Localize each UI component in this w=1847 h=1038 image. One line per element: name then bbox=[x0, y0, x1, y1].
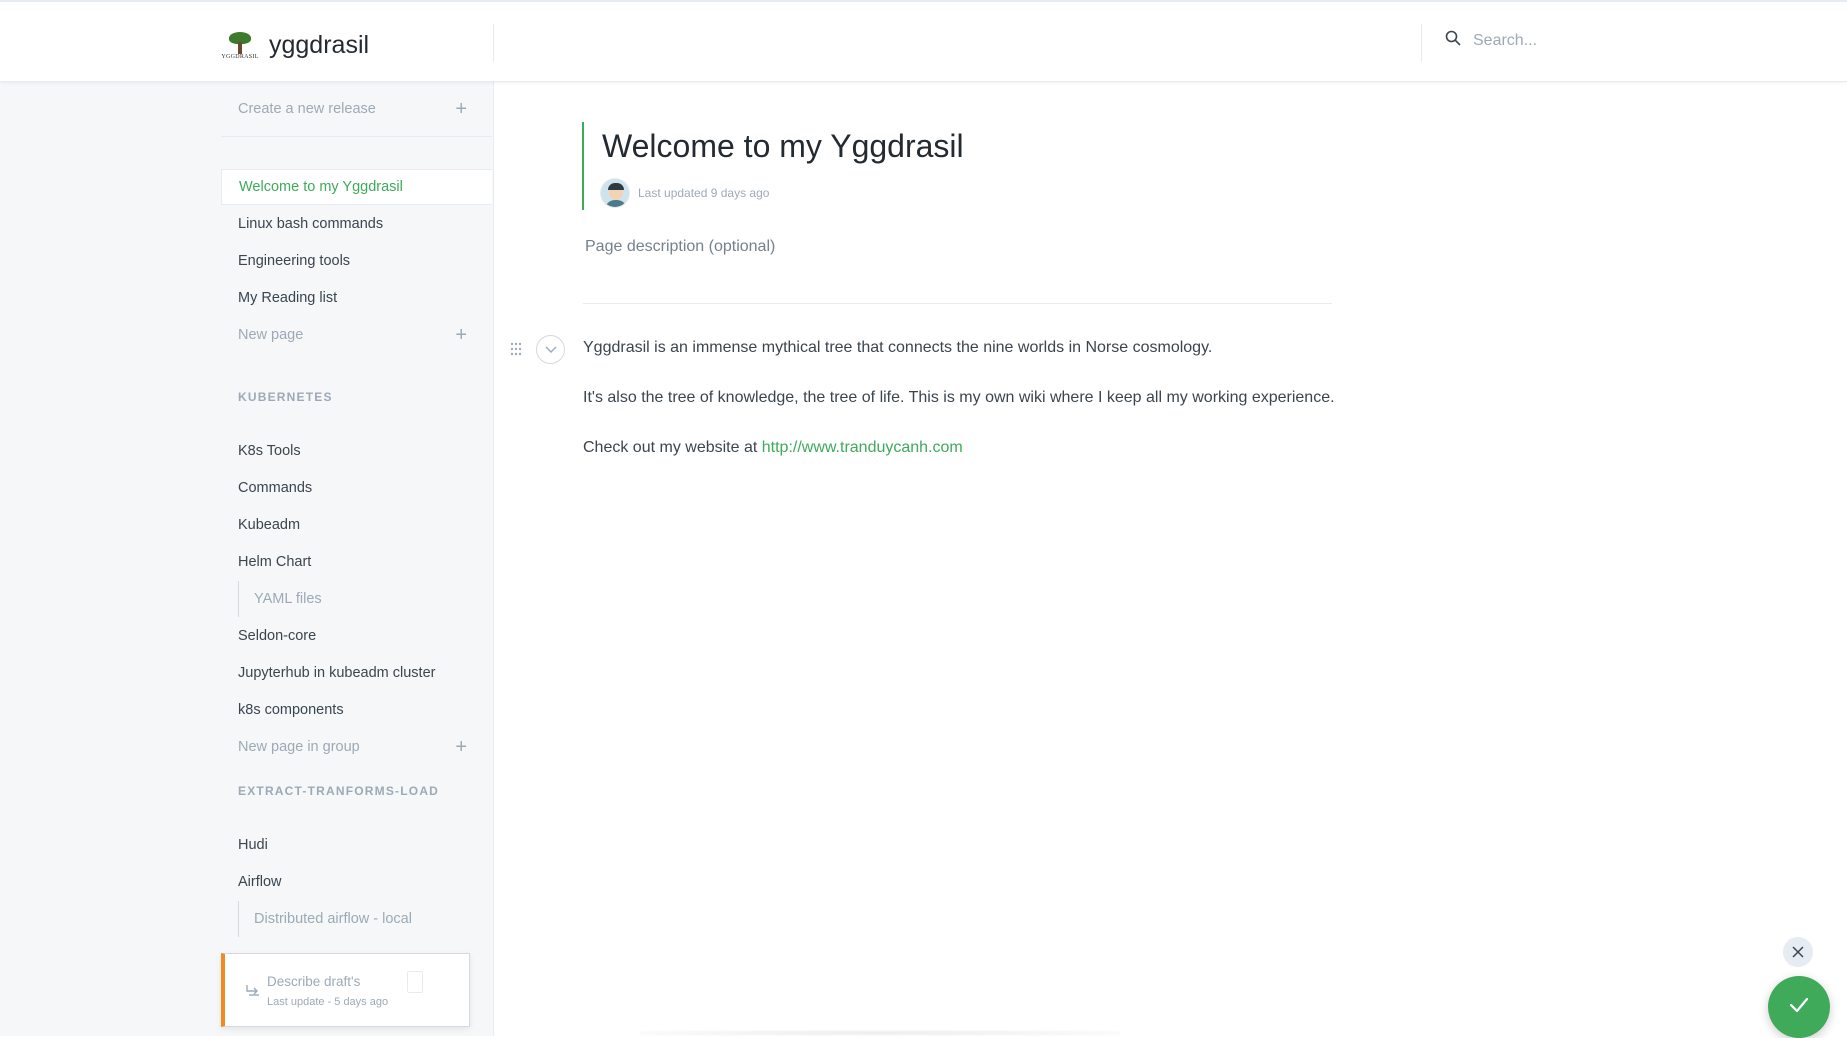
draft-card[interactable]: Describe draft's Last update - 5 days ag… bbox=[221, 953, 470, 1027]
new-page-in-group-label: New page in group bbox=[238, 739, 360, 755]
close-icon[interactable] bbox=[1783, 937, 1813, 967]
paragraph[interactable]: Yggdrasil is an immense mythical tree th… bbox=[583, 339, 1212, 357]
sidebar-item-label: Linux bash commands bbox=[238, 216, 384, 232]
sidebar-item-hudi[interactable]: Hudi bbox=[221, 827, 492, 863]
new-page-in-group-button[interactable]: New page in group + bbox=[221, 729, 492, 765]
check-icon bbox=[1787, 993, 1811, 1022]
header-divider bbox=[1421, 24, 1422, 62]
content-divider bbox=[583, 303, 1332, 304]
website-link[interactable]: http://www.tranduycanh.com bbox=[762, 439, 963, 456]
website-prefix: Check out my website at bbox=[583, 439, 762, 456]
sidebar-item-label: k8s components bbox=[238, 702, 344, 718]
logo-tree-trunk bbox=[238, 42, 242, 54]
sidebar-item-label: YAML files bbox=[254, 591, 322, 607]
sidebar-item-label: Distributed airflow - local bbox=[254, 911, 412, 927]
branch-icon bbox=[244, 982, 262, 1000]
sidebar: Create a new release + Welcome to my Ygg… bbox=[0, 82, 494, 1036]
plus-icon: + bbox=[455, 324, 467, 346]
draft-title: Describe draft's bbox=[267, 974, 361, 989]
sidebar-item-label: Airflow bbox=[238, 874, 282, 890]
search-input[interactable] bbox=[1473, 31, 1773, 50]
create-release-label: Create a new release bbox=[238, 101, 376, 117]
sidebar-item-label: Jupyterhub in kubeadm cluster bbox=[238, 665, 436, 681]
create-release-button[interactable]: Create a new release + bbox=[221, 91, 492, 127]
sidebar-item-airflow[interactable]: Airflow bbox=[221, 864, 492, 900]
new-page-button[interactable]: New page + bbox=[221, 317, 492, 353]
header-divider bbox=[493, 24, 494, 62]
sidebar-item-distributed-airflow[interactable]: Distributed airflow - local bbox=[221, 901, 492, 937]
sidebar-item-engineering-tools[interactable]: Engineering tools bbox=[221, 243, 492, 279]
sidebar-item-commands[interactable]: Commands bbox=[221, 470, 492, 506]
page-content: Welcome to my Yggdrasil Last updated 9 d… bbox=[494, 82, 1847, 1036]
app-title[interactable]: yggdrasil bbox=[269, 31, 369, 60]
sidebar-item-label: Commands bbox=[238, 480, 313, 496]
last-updated: Last updated 9 days ago bbox=[638, 186, 770, 200]
sidebar-item-label: Kubeadm bbox=[238, 517, 301, 533]
drag-handle-icon[interactable] bbox=[510, 342, 522, 356]
plus-icon: + bbox=[455, 736, 467, 758]
sidebar-item-reading-list[interactable]: My Reading list bbox=[221, 280, 492, 316]
paragraph[interactable]: It's also the tree of knowledge, the tre… bbox=[583, 389, 1335, 407]
sidebar-item-helm-chart[interactable]: Helm Chart bbox=[221, 544, 492, 580]
group-title-kubernetes: KUBERNETES bbox=[238, 390, 333, 404]
sidebar-item-label: K8s Tools bbox=[238, 443, 301, 459]
sidebar-item-kubeadm[interactable]: Kubeadm bbox=[221, 507, 492, 543]
sidebar-item-k8s-components[interactable]: k8s components bbox=[221, 692, 492, 728]
page-header: Welcome to my Yggdrasil Last updated 9 d… bbox=[582, 122, 1082, 210]
sidebar-item-label: Hudi bbox=[238, 837, 268, 853]
top-bar: YGGDRASIL yggdrasil bbox=[0, 0, 1847, 82]
sidebar-item-welcome[interactable]: Welcome to my Yggdrasil bbox=[221, 169, 492, 205]
paragraph-website[interactable]: Check out my website at http://www.trand… bbox=[583, 439, 963, 457]
sidebar-item-label: Engineering tools bbox=[238, 253, 351, 269]
sidebar-divider bbox=[221, 136, 492, 137]
sidebar-item-label: Seldon-core bbox=[238, 628, 317, 644]
search-box[interactable] bbox=[1445, 30, 1773, 51]
page-description-field[interactable]: Page description (optional) bbox=[585, 238, 775, 256]
draft-updated: Last update - 5 days ago bbox=[267, 996, 389, 1008]
plus-icon: + bbox=[455, 98, 467, 120]
brand[interactable]: YGGDRASIL yggdrasil bbox=[221, 30, 369, 61]
sidebar-item-linux-bash[interactable]: Linux bash commands bbox=[221, 206, 492, 242]
save-button[interactable] bbox=[1768, 976, 1830, 1038]
group-title-etl: EXTRACT-TRANFORMS-LOAD bbox=[238, 784, 440, 798]
avatar bbox=[600, 178, 630, 208]
new-page-label: New page bbox=[238, 327, 304, 343]
logo-wordmark: YGGDRASIL bbox=[221, 54, 259, 60]
chevron-down-icon[interactable] bbox=[536, 335, 565, 364]
logo: YGGDRASIL bbox=[221, 30, 259, 60]
bottom-shadow bbox=[640, 1030, 1120, 1036]
sidebar-item-label: Helm Chart bbox=[238, 554, 312, 570]
sidebar-item-seldon-core[interactable]: Seldon-core bbox=[221, 618, 492, 654]
page-title[interactable]: Welcome to my Yggdrasil bbox=[602, 128, 964, 165]
sidebar-item-k8s-tools[interactable]: K8s Tools bbox=[221, 433, 492, 469]
search-icon bbox=[1445, 30, 1461, 51]
draft-edit-field[interactable] bbox=[407, 971, 423, 993]
sidebar-item-label: My Reading list bbox=[238, 290, 338, 306]
sidebar-item-yaml-files[interactable]: YAML files bbox=[221, 581, 492, 617]
sidebar-item-label: Welcome to my Yggdrasil bbox=[239, 179, 403, 195]
sidebar-item-jupyterhub[interactable]: Jupyterhub in kubeadm cluster bbox=[221, 655, 492, 691]
